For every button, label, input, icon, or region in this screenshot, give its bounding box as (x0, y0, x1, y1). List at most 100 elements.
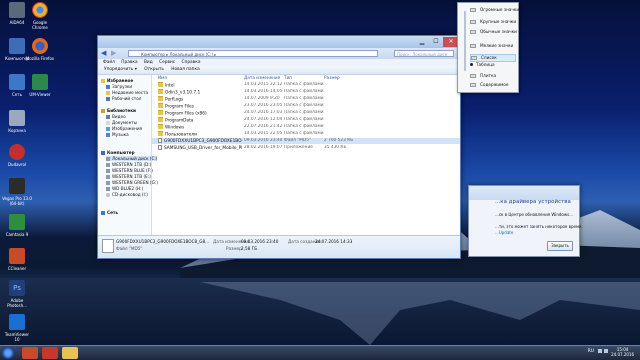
file-row[interactable]: SAMSUNG_USB_Driver_for_Mobile_Phon...28.… (152, 145, 460, 151)
view-menu-small-icons[interactable]: Мелкие значки (470, 43, 514, 49)
menu-file[interactable]: Файл (103, 60, 115, 65)
view-menu-list[interactable]: Список (470, 54, 516, 62)
nav-videos[interactable]: Видео (106, 114, 126, 119)
explorer-window[interactable]: ▁ ☐ ✕ ◀ ▶ Компьютер ▸ Локальный диск (C:… (97, 35, 461, 259)
nav-downloads[interactable]: Загрузки (106, 84, 132, 89)
nav-desktop[interactable]: Рабочий стол (106, 96, 141, 101)
view-menu-medium-icons[interactable]: Обычные значки (470, 29, 517, 35)
file-date-cell: 14.07.2009 9:20 (244, 96, 280, 101)
view-menu-large-icons[interactable]: Крупные значки (470, 19, 516, 25)
nav-recent-places[interactable]: Недавние места (106, 90, 148, 95)
menu-tools[interactable]: Сервис (159, 60, 175, 65)
menu-help[interactable]: Справка (182, 60, 201, 65)
forward-button[interactable]: ▶ (111, 49, 116, 57)
nav-drive-cd[interactable]: CD-дисковод (I:) (106, 192, 148, 197)
organize-button[interactable]: Упорядочить ▾ (104, 67, 137, 72)
nav-documents[interactable]: Документы (106, 120, 137, 125)
content-view-icon (470, 82, 476, 87)
menu-view[interactable]: Вид (144, 60, 153, 65)
desktop-icon-camtasia[interactable]: Camtasia 9 (2, 214, 32, 237)
nav-drive-f[interactable]: WESTERN BLUE (F:) (106, 168, 153, 173)
close-dialog-button[interactable]: Закрыть (547, 241, 573, 251)
large-icons-icon (470, 19, 476, 24)
menu-edit[interactable]: Правка (121, 60, 137, 65)
taskbar-app-2[interactable] (42, 347, 58, 359)
taskbar: RU 15:04 24.07.2016 (0, 345, 640, 360)
explorer-titlebar[interactable] (98, 36, 460, 48)
file-row[interactable]: Program Files 23.07.2016 23:05 Папка с фай… (152, 103, 460, 110)
open-button[interactable]: Открыть (144, 67, 164, 72)
computer-icon (101, 150, 105, 155)
desktop-icon-chrome[interactable]: Google Chrome (25, 2, 55, 30)
file-row[interactable]: PerfLogs 14.07.2009 9:20 Папка с файлами (152, 96, 460, 103)
nav-drive-c[interactable]: Локальный диск (C:) (106, 156, 158, 161)
desktop-icon-vegas[interactable]: Vegas Pro 13.0 (64-bit) (2, 178, 32, 206)
column-size[interactable]: Размер (324, 75, 340, 81)
column-date[interactable]: Дата изменения (244, 75, 280, 81)
nav-computer[interactable]: Компьютер (101, 150, 135, 155)
windows-update-link[interactable]: ...Update (495, 230, 513, 235)
nav-favorites[interactable]: Избранное (101, 78, 133, 83)
nav-network[interactable]: Сеть (101, 210, 118, 215)
clock-date: 24.07.2016 (611, 352, 634, 357)
volume-tray-icon[interactable] (604, 349, 608, 353)
address-bar-area: ◀ ▶ Компьютер ▸ Локальный диск (C:) ▸ По… (98, 48, 460, 64)
file-icon (158, 138, 162, 143)
medium-icons-icon (470, 29, 476, 34)
view-menu-content[interactable]: Содержимое (470, 82, 514, 88)
file-list: Имя Дата изменения Тип Размер Intel 14.03… (152, 75, 460, 235)
address-input[interactable]: Компьютер ▸ Локальный диск (C:) ▸ (128, 50, 378, 57)
nav-drive-h[interactable]: WD BLUE2 (H:) (106, 186, 143, 191)
folder-icon (158, 110, 163, 115)
file-row[interactable]: ProgramData 24.07.2016 12:04 Папка с файла… (152, 117, 460, 124)
nav-pictures[interactable]: Изображения (106, 126, 142, 131)
file-row[interactable]: Пользователи 14.03.2015 22:05 Папка с файл… (152, 131, 460, 138)
menu-bar: Файл Правка Вид Сервис Справка (98, 59, 460, 66)
start-button[interactable] (2, 347, 14, 359)
extra-large-icons-icon (470, 7, 476, 12)
desktop-icon-teamviewer[interactable]: TeamViewer 10 (2, 314, 32, 342)
file-row[interactable]: Windows 22.07.2016 21:42 Папка с файлами (152, 124, 460, 131)
music-icon (106, 132, 110, 137)
view-size-slider[interactable] (464, 11, 466, 71)
teamviewer-icon (9, 314, 25, 330)
view-menu-extra-large-icons[interactable]: Огромные значки (470, 7, 519, 13)
search-input[interactable]: Поиск: Локальный диск (C:) (394, 50, 454, 64)
driver-install-dialog[interactable]: ...ка драйвера устройства ...ск в Центре… (468, 185, 583, 257)
nav-drive-g[interactable]: WESTERN GREEN (G:) (106, 180, 158, 185)
column-name[interactable]: Имя (158, 75, 167, 81)
nav-music[interactable]: Музыка (106, 132, 129, 137)
desktop-icon-recycle-bin[interactable]: Корзина (2, 110, 32, 133)
view-menu-details[interactable]: Таблица (470, 62, 514, 68)
language-indicator[interactable]: RU (588, 349, 594, 354)
desktop-icon-dudavrol[interactable]: Dudavrol (2, 144, 32, 167)
new-folder-button[interactable]: Новая папка (171, 67, 199, 72)
desktop-icon-firefox[interactable]: Mozilla Firefox (25, 38, 55, 61)
network-tray-icon[interactable] (598, 349, 602, 353)
file-row[interactable]: Odin3_v3.10.7.1 14.03.2016 14:05 Папка с ф… (152, 89, 460, 96)
desktop-icon-umviewer[interactable]: UM-Viewer (25, 74, 55, 97)
tiles-icon (470, 73, 476, 78)
maximize-button[interactable]: ☐ (430, 37, 442, 47)
taskbar-app-1[interactable] (22, 347, 38, 359)
view-menu-tiles[interactable]: Плитка (470, 73, 514, 79)
desktop-icon-ccleaner[interactable]: CCleaner (2, 248, 32, 271)
nav-drive-d[interactable]: WESTERN 1TB (D:) (106, 162, 151, 167)
clock[interactable]: 15:04 24.07.2016 (611, 347, 634, 357)
file-row[interactable]: G900FDXXU1BPC3_G900FDOXE1BOC8_G...09.03.… (152, 138, 460, 144)
file-date-cell: 14.03.2016 14:05 (244, 89, 283, 94)
nav-drive-e[interactable]: WESTERN 1TB (E:) (106, 174, 151, 179)
file-row[interactable]: Program Files (x86) 24.07.2016 17:03 Папка… (152, 110, 460, 117)
desktop-icon-photoshop[interactable]: Ps Adobe Photosh... (2, 280, 32, 308)
taskbar-explorer[interactable] (62, 347, 78, 359)
drive-icon (106, 162, 110, 167)
desktop-icon-label: Adobe Photosh... (7, 298, 27, 308)
vegas-icon (9, 178, 25, 194)
nav-libraries[interactable]: Библиотеки (101, 108, 136, 113)
file-icon (158, 145, 162, 150)
file-row[interactable]: Intel 14.03.2015 22:12 Папка с файлами (152, 82, 460, 89)
column-type[interactable]: Тип (284, 75, 292, 81)
minimize-button[interactable]: ▁ (416, 37, 428, 47)
back-button[interactable]: ◀ (101, 49, 106, 57)
file-type-cell: Папка с файлами (284, 103, 324, 108)
